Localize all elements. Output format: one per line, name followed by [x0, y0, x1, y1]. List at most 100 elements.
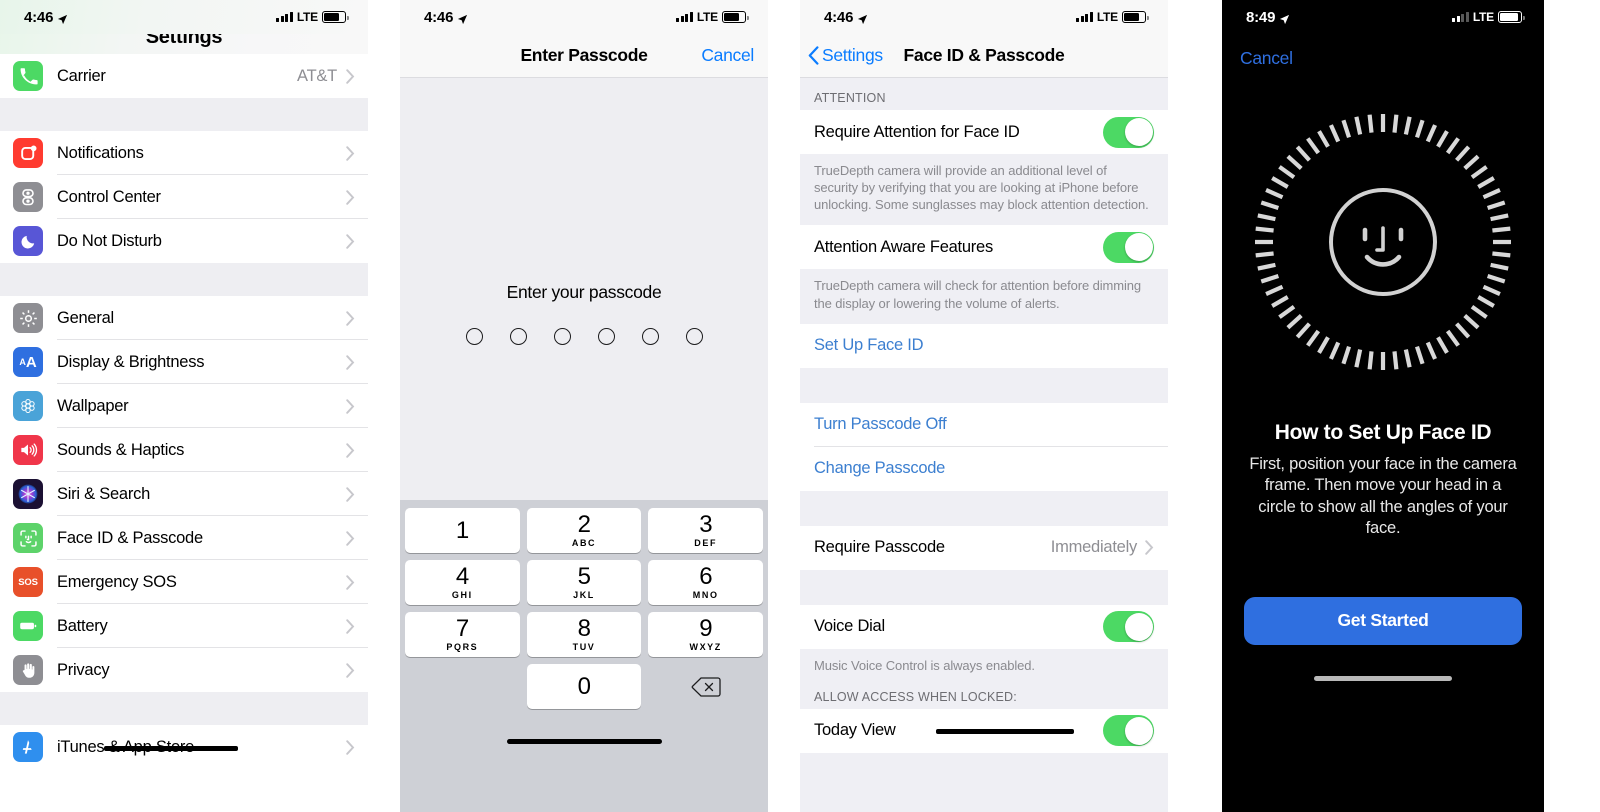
network-type-label: LTE [1096, 10, 1118, 24]
row-label: Sounds & Haptics [57, 440, 185, 459]
section-header-attention: ATTENTION [800, 78, 1168, 110]
keypad-key-9[interactable]: 9 WXYZ [648, 612, 764, 657]
settings-group-notifications: Notifications Control Center Do Not Dist… [0, 131, 368, 263]
status-bar: 4:46 LTE [400, 0, 768, 34]
row-change-passcode[interactable]: Change Passcode [800, 446, 1168, 491]
home-indicator[interactable] [506, 739, 662, 744]
row-label: Require Passcode [814, 538, 945, 557]
chevron-left-icon [808, 46, 819, 65]
key-number: 6 [699, 563, 713, 590]
key-number: 9 [699, 615, 713, 642]
location-arrow-icon [457, 12, 468, 24]
status-bar: 4:46 LTE [800, 0, 1168, 34]
get-started-button[interactable]: Get Started [1244, 596, 1522, 645]
key-number: 8 [577, 615, 591, 642]
passcode-body: Enter your passcode [400, 78, 768, 500]
settings-row-sounds-haptics[interactable]: Sounds & Haptics [0, 428, 368, 472]
chevron-right-icon [346, 310, 355, 326]
key-letters: PQRS [446, 642, 479, 652]
passcode-dot [685, 328, 703, 345]
row-today-view[interactable]: Today View [800, 708, 1168, 753]
keypad-row: 7 PQRS 8 TUV 9 WXYZ [405, 612, 764, 657]
settings-row-battery[interactable]: Battery [0, 604, 368, 648]
location-arrow-icon [1279, 12, 1290, 24]
delete-backspace-icon[interactable] [648, 664, 763, 709]
keypad-key-8[interactable]: 8 TUV [526, 612, 642, 657]
settings-row-wallpaper[interactable]: Wallpaper [0, 384, 368, 428]
location-arrow-icon [57, 12, 68, 24]
keypad-key-3[interactable]: 3 DEF [648, 508, 764, 553]
section-header-allow-access: ALLOW ACCESS WHEN LOCKED: [800, 677, 1168, 709]
row-voice-dial[interactable]: Voice Dial [800, 604, 1168, 649]
row-label: Battery [57, 616, 108, 635]
row-turn-passcode-off[interactable]: Turn Passcode Off [800, 402, 1168, 447]
settings-row-siri-search[interactable]: Siri & Search [0, 472, 368, 516]
hand-icon [13, 655, 43, 685]
keypad-row: 4 GHI 5 JKL 6 MNO [405, 560, 764, 605]
key-number: 3 [699, 511, 713, 538]
settings-header: 4:46 LTE Settings [0, 0, 368, 54]
settings-row-carrier[interactable]: Carrier AT&T [0, 54, 368, 98]
signal-bars-icon [676, 12, 693, 22]
row-require-passcode[interactable]: Require Passcode Immediately [800, 525, 1168, 570]
key-number: 5 [577, 563, 591, 590]
setup-title: How to Set Up Face ID [1274, 421, 1492, 444]
siri-icon [13, 479, 43, 509]
status-bar-right: LTE [676, 10, 749, 24]
settings-row-do-not-disturb[interactable]: Do Not Disturb [0, 219, 368, 263]
settings-row-itunes-app-store[interactable]: iTunes & App Store [0, 725, 368, 769]
chevron-right-icon [346, 442, 355, 458]
chevron-right-icon [346, 145, 355, 161]
settings-row-general[interactable]: General [0, 296, 368, 340]
toggle-attention-aware[interactable] [1103, 231, 1154, 263]
toggle-require-attention[interactable] [1103, 116, 1154, 148]
keypad-key-2[interactable]: 2 ABC [526, 508, 642, 553]
row-set-up-face-id[interactable]: Set Up Face ID [800, 323, 1168, 368]
wallpaper-icon [13, 391, 43, 421]
control-center-icon [13, 182, 43, 212]
settings-row-face-id-passcode[interactable]: Face ID & Passcode [0, 516, 368, 560]
cancel-button[interactable]: Cancel [1222, 34, 1544, 69]
row-label: Do Not Disturb [57, 231, 162, 250]
home-indicator[interactable] [1314, 675, 1452, 681]
cancel-button[interactable]: Cancel [701, 45, 754, 66]
footer-voice-dial: Music Voice Control is always enabled. [800, 648, 1168, 678]
row-label: Emergency SOS [57, 572, 177, 591]
chevron-right-icon [1145, 540, 1154, 556]
settings-row-display-brightness[interactable]: AA Display & Brightness [0, 340, 368, 384]
toggle-today-view[interactable] [1103, 715, 1154, 747]
clock-label: 4:46 [24, 8, 54, 26]
row-label: Set Up Face ID [814, 336, 924, 355]
keypad-key-5[interactable]: 5 JKL [526, 560, 642, 605]
keypad-key-0[interactable]: 0 [526, 664, 642, 709]
display-brightness-icon: AA [13, 347, 43, 377]
passcode-dot [465, 328, 483, 345]
back-button[interactable]: Settings [808, 45, 883, 66]
chevron-right-icon [346, 662, 355, 678]
signal-bars-icon [1076, 12, 1093, 22]
group-gap [800, 490, 1168, 526]
keypad-key-7[interactable]: 7 PQRS [405, 612, 520, 657]
keypad-key-1[interactable]: 1 [405, 508, 520, 553]
settings-row-control-center[interactable]: Control Center [0, 175, 368, 219]
row-value: Immediately [1050, 538, 1137, 557]
row-attention-aware[interactable]: Attention Aware Features [800, 225, 1168, 270]
setup-subtitle: First, position your face in the camera … [1249, 455, 1517, 538]
status-bar-right: LTE [276, 10, 349, 24]
keypad-key-6[interactable]: 6 MNO [648, 560, 764, 605]
key-number: 1 [455, 516, 469, 544]
keypad-key-4[interactable]: 4 GHI [405, 560, 520, 605]
moon-icon [13, 226, 43, 256]
settings-row-emergency-sos[interactable]: SOS Emergency SOS [0, 560, 368, 604]
row-require-attention[interactable]: Require Attention for Face ID [800, 110, 1168, 154]
row-label: Carrier [57, 66, 106, 85]
signal-bars-icon [1452, 12, 1469, 22]
status-bar: 8:49 LTE [1222, 0, 1544, 34]
settings-row-privacy[interactable]: Privacy [0, 648, 368, 692]
key-number: 0 [577, 672, 591, 700]
status-bar-right: LTE [1076, 10, 1149, 24]
settings-row-notifications[interactable]: Notifications [0, 131, 368, 175]
settings-group-system: General AA Display & Brightness Wallpape… [0, 296, 368, 692]
row-label: Control Center [57, 187, 161, 206]
toggle-voice-dial[interactable] [1103, 611, 1154, 643]
